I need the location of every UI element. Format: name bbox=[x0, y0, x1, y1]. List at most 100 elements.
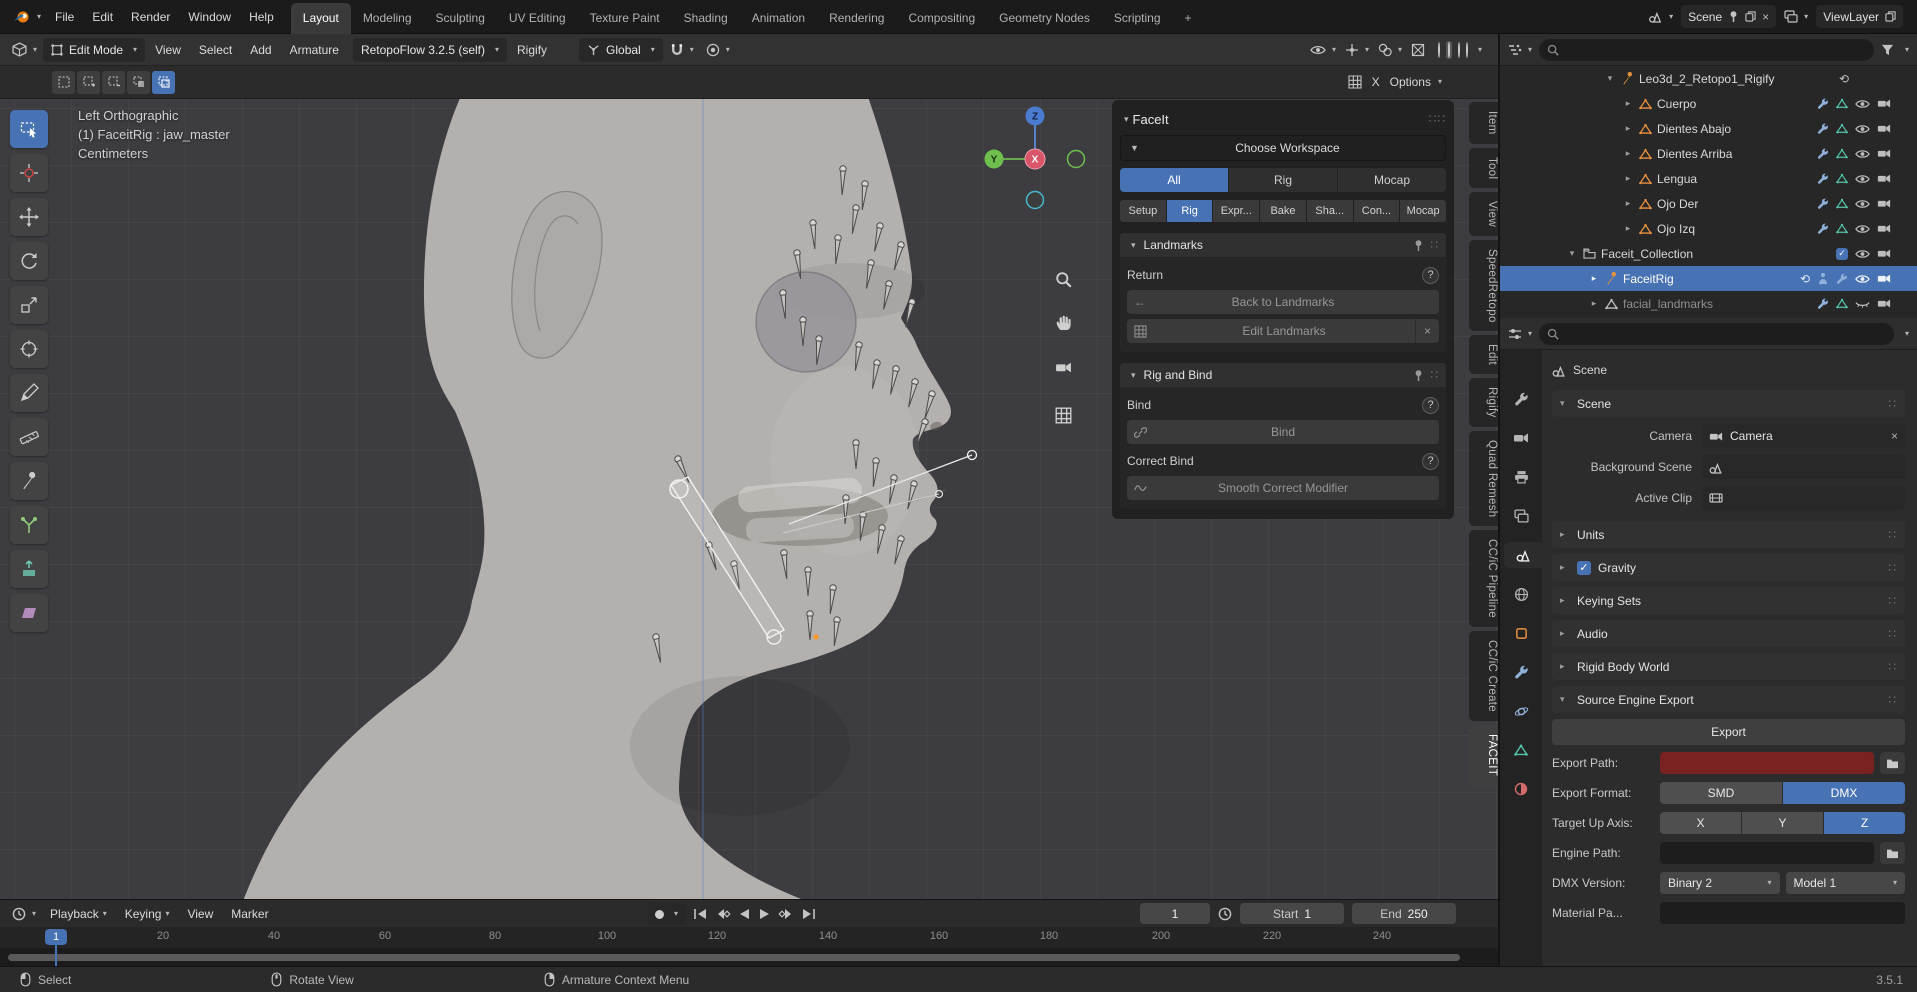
tab-world[interactable] bbox=[1504, 581, 1538, 607]
tab-tool[interactable] bbox=[1504, 386, 1538, 412]
tab-animation[interactable]: Animation bbox=[740, 3, 817, 34]
help-button[interactable]: ? bbox=[1422, 397, 1439, 414]
modifier-wrench-icon[interactable] bbox=[1817, 98, 1829, 110]
collapse-icon[interactable]: ▾ bbox=[1131, 241, 1136, 250]
editor-type-button[interactable]: ▾ bbox=[1508, 328, 1532, 340]
axis-x-button[interactable]: X bbox=[1660, 812, 1741, 834]
select-mode-extend-button[interactable] bbox=[77, 71, 100, 94]
pin-icon[interactable] bbox=[1728, 10, 1739, 23]
chevron-down-icon[interactable]: ▾ bbox=[1478, 46, 1482, 54]
modifier-wrench-icon[interactable] bbox=[1817, 173, 1829, 185]
clock-icon[interactable] bbox=[1218, 907, 1232, 921]
gizmos-dropdown[interactable]: ▾ bbox=[1345, 43, 1369, 57]
disclosure-icon[interactable]: ▾ bbox=[1566, 248, 1578, 259]
camera-icon[interactable] bbox=[1877, 173, 1891, 184]
mesh-data-icon[interactable] bbox=[1836, 298, 1848, 309]
select-mode-invert-button[interactable] bbox=[127, 71, 150, 94]
auto-keying-button[interactable]: ▾ bbox=[648, 903, 685, 925]
tool-scale[interactable] bbox=[10, 286, 48, 324]
folder-button[interactable] bbox=[1880, 842, 1905, 864]
tool-annotate[interactable] bbox=[10, 374, 48, 412]
camera-selector[interactable]: Camera × bbox=[1702, 424, 1905, 448]
drag-grip-icon[interactable]: ∷ bbox=[1430, 238, 1439, 252]
eye-icon[interactable] bbox=[1855, 174, 1870, 184]
editor-type-button[interactable]: ▾ bbox=[8, 42, 41, 57]
tool-bone-extrude[interactable] bbox=[10, 506, 48, 544]
gravity-checkbox[interactable]: ✓ bbox=[1577, 561, 1591, 575]
outliner-row-collection[interactable]: ▾ Faceit_Collection ✓ bbox=[1500, 241, 1917, 266]
tab-object-data[interactable] bbox=[1504, 737, 1538, 763]
tab-item[interactable]: Item bbox=[1469, 102, 1498, 144]
shading-wireframe-button[interactable] bbox=[1438, 43, 1440, 57]
xray-toggle[interactable] bbox=[1411, 43, 1425, 57]
select-mode-intersect-button[interactable] bbox=[152, 71, 175, 94]
units-panel-header[interactable]: ▸ Units ∷ bbox=[1552, 521, 1905, 548]
snap-toggle[interactable]: ▾ bbox=[665, 43, 699, 57]
start-frame-field[interactable]: Start 1 bbox=[1240, 903, 1344, 924]
active-clip-selector[interactable] bbox=[1702, 486, 1905, 510]
tab-material[interactable] bbox=[1504, 776, 1538, 802]
tool-rotate[interactable] bbox=[10, 242, 48, 280]
menu-window[interactable]: Window bbox=[179, 5, 240, 29]
pose-person-icon[interactable] bbox=[1817, 272, 1829, 285]
next-keyframe-button[interactable] bbox=[778, 908, 794, 920]
viewlayer-browse-button[interactable]: ▾ bbox=[1784, 10, 1808, 23]
object-visibility-dropdown[interactable]: ▾ bbox=[1310, 45, 1336, 55]
menu-armature[interactable]: Armature bbox=[282, 38, 347, 62]
engine-path-field[interactable] bbox=[1660, 842, 1874, 864]
chevron-down-icon[interactable]: ▾ bbox=[1905, 330, 1909, 338]
drag-grip-icon[interactable]: ∷ bbox=[1888, 660, 1897, 674]
outliner-row-mesh[interactable]: ▸ Ojo Der bbox=[1500, 191, 1917, 216]
tab-output[interactable] bbox=[1504, 464, 1538, 490]
menu-marker[interactable]: Marker bbox=[223, 902, 276, 926]
close-icon[interactable]: × bbox=[1762, 10, 1769, 24]
mirror-x-toggle[interactable]: X bbox=[1372, 75, 1380, 89]
dmx-model-dropdown[interactable]: Model 1 ▾ bbox=[1786, 872, 1906, 894]
background-scene-selector[interactable] bbox=[1702, 455, 1905, 479]
source-engine-panel-header[interactable]: ▾ Source Engine Export ∷ bbox=[1552, 686, 1905, 713]
filter-funnel-icon[interactable] bbox=[1881, 44, 1894, 56]
tab-ccic-pipeline[interactable]: CC/iC Pipeline bbox=[1469, 530, 1498, 627]
copy-icon[interactable] bbox=[1745, 11, 1756, 22]
tab-view-layer[interactable] bbox=[1504, 503, 1538, 529]
tab-tool[interactable]: Tool bbox=[1469, 148, 1498, 188]
zoom-button[interactable] bbox=[1048, 264, 1078, 294]
tab-faceit[interactable]: FACEIT bbox=[1469, 725, 1498, 785]
subtab-bake[interactable]: Bake bbox=[1260, 200, 1306, 222]
tab-edit[interactable]: Edit bbox=[1469, 335, 1498, 374]
timeline-scrollbar[interactable] bbox=[8, 954, 1460, 961]
overlays-dropdown[interactable]: ▾ bbox=[1378, 43, 1402, 57]
navigation-gizmo[interactable]: Z Y X bbox=[985, 107, 1085, 209]
mesh-data-icon[interactable] bbox=[1836, 198, 1848, 209]
play-button[interactable] bbox=[758, 908, 771, 920]
end-frame-field[interactable]: End 250 bbox=[1352, 903, 1456, 924]
mesh-data-icon[interactable] bbox=[1836, 173, 1848, 184]
disclosure-icon[interactable]: ▸ bbox=[1588, 298, 1600, 309]
disclosure-icon[interactable]: ▸ bbox=[1622, 98, 1634, 109]
menu-render[interactable]: Render bbox=[122, 5, 179, 29]
menu-view[interactable]: View bbox=[147, 38, 189, 62]
library-sync-icon[interactable]: ⟲ bbox=[1800, 272, 1810, 286]
select-mode-new-button[interactable] bbox=[52, 71, 75, 94]
options-dropdown[interactable]: Options ▾ bbox=[1390, 75, 1442, 89]
eye-icon[interactable] bbox=[1855, 224, 1870, 234]
keying-sets-panel-header[interactable]: ▸ Keying Sets ∷ bbox=[1552, 587, 1905, 614]
segment-rig[interactable]: Rig bbox=[1229, 168, 1337, 192]
outliner-row-mesh[interactable]: ▸ Lengua bbox=[1500, 166, 1917, 191]
current-frame-field[interactable]: 1 bbox=[1140, 903, 1210, 924]
disclosure-icon[interactable]: ▸ bbox=[1588, 273, 1600, 284]
camera-icon[interactable] bbox=[1877, 198, 1891, 209]
jump-to-start-button[interactable] bbox=[692, 908, 708, 920]
tab-modeling[interactable]: Modeling bbox=[351, 3, 424, 34]
disclosure-icon[interactable]: ▸ bbox=[1622, 148, 1634, 159]
tool-shear[interactable] bbox=[10, 594, 48, 632]
drag-grip-icon[interactable]: ∷ bbox=[1430, 368, 1439, 382]
shading-solid-button[interactable] bbox=[1446, 41, 1452, 59]
mesh-data-icon[interactable] bbox=[1836, 98, 1848, 109]
blender-logo-icon[interactable]: ▾ bbox=[8, 9, 46, 24]
proportional-editing-toggle[interactable]: ▾ bbox=[701, 43, 735, 57]
disclosure-icon[interactable]: ▸ bbox=[1622, 123, 1634, 134]
smooth-correct-button[interactable]: Smooth Correct Modifier bbox=[1127, 476, 1439, 500]
collection-checkbox[interactable]: ✓ bbox=[1836, 248, 1848, 260]
eye-icon[interactable] bbox=[1855, 274, 1870, 284]
